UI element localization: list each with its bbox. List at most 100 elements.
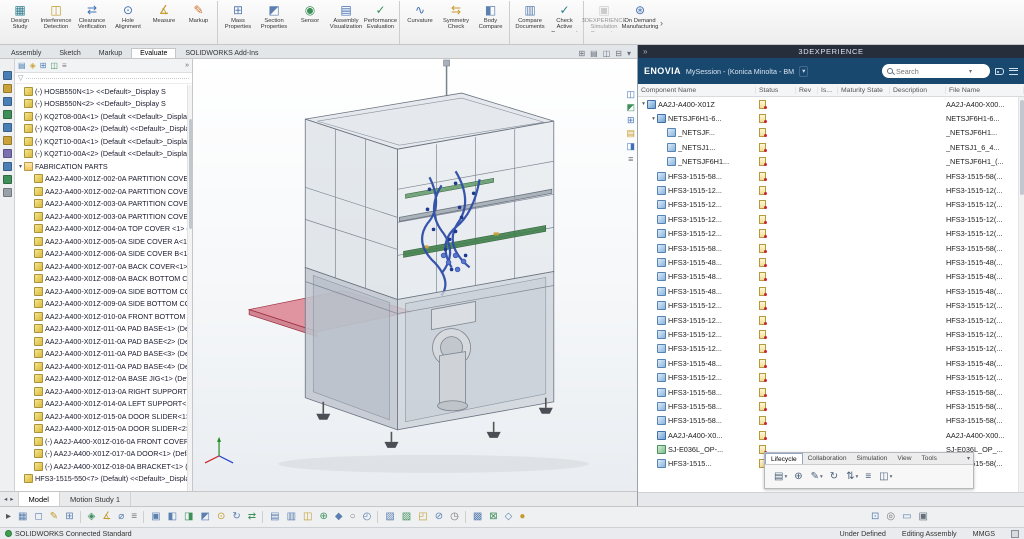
command-tab[interactable]: Sketch	[50, 48, 89, 58]
tree-item[interactable]: (-) KQ2T10-00A<1> (Default <<Default>_Di…	[15, 135, 192, 148]
viewport-side-icon[interactable]: ◫	[626, 89, 635, 99]
tree-item[interactable]: AA2J-A400-X01Z-014-0A LEFT SUPPORT<1> (	[15, 398, 192, 411]
ribbon-tool[interactable]: ✓ Check Active Document	[548, 1, 584, 44]
tree-item[interactable]: AA2J-A400-X01Z-015-0A DOOR SLIDER<2> (D	[15, 423, 192, 436]
tree-item[interactable]: AA2J-A400-X01Z-008-0A BACK BOTTOM COV	[15, 273, 192, 286]
collaboration-tool-button[interactable]: ⊕	[794, 471, 803, 482]
scroll-left-icon[interactable]: ◂	[4, 495, 7, 503]
table-row[interactable]: HFS3-1515-12... HFS3-1515-12(...	[638, 227, 1024, 241]
session-label[interactable]: MySession - (Konica Minolta - BM	[686, 67, 794, 76]
selection-filter-icon[interactable]: ◎	[886, 511, 895, 523]
tree-item[interactable]: AA2J-A400-X01Z-011-0A PAD BASE<2> (Defa	[15, 335, 192, 348]
column-is[interactable]: Is...	[818, 87, 838, 94]
headsup-tool-icon[interactable]: ⊟	[615, 49, 622, 58]
search-scope-caret-icon[interactable]: ▾	[969, 68, 972, 75]
search-box[interactable]: ▾	[882, 64, 990, 78]
graphics-viewport[interactable]: ◫ ◩ ⊞ ▤ ◨ ≡	[193, 59, 637, 491]
view-tool-icon[interactable]: ▦	[18, 511, 27, 523]
table-row[interactable]: HFS3-1515-12... HFS3-1515-12(...	[638, 327, 1024, 341]
ribbon-tool[interactable]: ⊞ Mass Properties	[220, 1, 256, 44]
tree-item[interactable]: AA2J-A400-X01Z-011-0A PAD BASE<3> (Defa	[15, 348, 192, 361]
collaboration-tab[interactable]: Lifecycle	[765, 453, 803, 464]
tree-item[interactable]: AA2J-A400-X01Z-009-0A SIDE BOTTOM COVE	[15, 298, 192, 311]
tree-item[interactable]: (-) KQ2T08-00A<2> (Default) <<Default>_D…	[15, 123, 192, 136]
tree-item[interactable]: AA2J-A400-X01Z-015-0A DOOR SLIDER<1> (D	[15, 410, 192, 423]
collaboration-tab[interactable]: View	[892, 453, 916, 464]
tree-item[interactable]: AA2J-A400-X01Z-003-0A PARTITION COVER B	[15, 210, 192, 223]
table-row[interactable]: HFS3-1515-12... HFS3-1515-12(...	[638, 212, 1024, 226]
feature-manager-tab-icon[interactable]: ◈	[30, 61, 36, 70]
ribbon-tool[interactable]: ▤ Assembly Visualization	[328, 1, 364, 44]
view-tool-icon[interactable]: ●	[519, 511, 525, 523]
collaboration-tool-button[interactable]: ✎ ▾	[811, 471, 823, 482]
tree-item[interactable]: AA2J-A400-X01Z-002-0A PARTITION COVER A	[15, 173, 192, 186]
ribbon-tool[interactable]: ⇄ Clearance Verification	[74, 1, 110, 44]
headsup-tool-icon[interactable]: ▤	[590, 49, 598, 58]
view-tool-icon[interactable]: ◻	[34, 511, 42, 523]
tree-item[interactable]: AA2J-A400-X01Z-011-0A PAD BASE<4> (Defa	[15, 360, 192, 373]
viewport-side-icon[interactable]: ▤	[626, 128, 635, 138]
headsup-tool-icon[interactable]: ⊞	[578, 49, 585, 58]
ribbon-tool[interactable]: ∡ Measure	[146, 1, 182, 44]
table-row[interactable]: HFS3-1515-12... HFS3-1515-12(...	[638, 342, 1024, 356]
table-row[interactable]: HFS3-1515-12... HFS3-1515-12(...	[638, 370, 1024, 384]
left-strip-icon[interactable]	[3, 110, 12, 119]
doc-tab-scroll-arrows[interactable]: ◂ ▸	[0, 492, 19, 506]
tree-item[interactable]: AA2J-A400-X01Z-013-0A RIGHT SUPPORT<1>	[15, 385, 192, 398]
table-row[interactable]: HFS3-1515-48... HFS3-1515-48(...	[638, 284, 1024, 298]
selection-filter-icon[interactable]: ▭	[902, 511, 911, 523]
selection-filter-icon[interactable]: ▣	[919, 511, 928, 523]
feature-manager-tab-icon[interactable]: ≡	[62, 61, 67, 70]
feature-manager-tab-icon[interactable]: ▤	[18, 61, 26, 70]
tree-item[interactable]: AA2J-A400-X01Z-010-0A FRONT BOTTOM CO	[15, 310, 192, 323]
command-tab[interactable]: Markup	[90, 48, 131, 58]
tree-expand-arrow[interactable]: ▾	[17, 163, 24, 170]
view-tool-icon[interactable]: ⊕	[319, 511, 327, 523]
view-tool-icon[interactable]: ⊠	[489, 511, 497, 523]
tabs-caret-icon[interactable]: ▾	[967, 455, 973, 462]
view-tool-icon[interactable]: ◰	[418, 511, 427, 523]
panel-scrollbar[interactable]	[1018, 97, 1024, 492]
ribbon-tool[interactable]: ◩ Section Properties	[256, 1, 292, 44]
collapse-chevron-icon[interactable]: »	[643, 47, 648, 56]
table-row[interactable]: _NETSJF6H1... _NETSJF6H1_(...	[638, 155, 1024, 169]
ribbon-tool[interactable]: ▦ Design Study	[2, 1, 38, 44]
view-tool-icon[interactable]: ⌀	[118, 511, 124, 523]
view-tool-icon[interactable]: ◆	[335, 511, 343, 523]
left-strip-icon[interactable]	[3, 123, 12, 132]
view-tool-icon[interactable]: ○	[350, 511, 356, 523]
panel-scrollbar-thumb[interactable]	[1020, 100, 1024, 195]
ribbon-tool[interactable]: ✎ Markup	[182, 1, 218, 44]
table-row[interactable]: HFS3-1515-58... HFS3-1515-58(...	[638, 385, 1024, 399]
tree-item[interactable]: (-) AA2J-A400-X01Z-016-0A FRONT COVER<1	[15, 435, 192, 448]
view-tool-icon[interactable]: ✎	[50, 511, 58, 523]
ribbon-tool[interactable]: ◫ Interference Detection	[38, 1, 74, 44]
column-rev[interactable]: Rev	[796, 87, 818, 94]
view-tool-icon[interactable]: ↻	[232, 511, 240, 523]
ribbon-tool[interactable]: ✓ Performance Evaluation	[364, 1, 400, 44]
feature-manager-tab-icon[interactable]: ⊞	[40, 61, 47, 70]
selection-filter-icon[interactable]: ⊡	[871, 511, 879, 523]
view-tool-icon[interactable]: ▣	[151, 511, 160, 523]
ribbon-tool[interactable]: ⊙ Hole Alignment	[110, 1, 146, 44]
tree-item[interactable]: (-) KQ2T08-00A<1> (Default <<Default>_Di…	[15, 110, 192, 123]
ribbon-tool[interactable]: ▣ 3DEXPERIENCE Simulation Connector	[586, 1, 622, 44]
table-row[interactable]: ▾ AA2J-A400-X01Z AA2J-A400-X00...	[638, 97, 1024, 111]
view-tool-icon[interactable]: ◨	[184, 511, 193, 523]
document-tab[interactable]: Model	[19, 492, 60, 506]
tree-item[interactable]: AA2J-A400-X01Z-005-0A SIDE COVER A<1> (	[15, 235, 192, 248]
table-row[interactable]: HFS3-1515-12... HFS3-1515-12(...	[638, 183, 1024, 197]
table-row[interactable]: _NETSJ1... _NETSJ1_6_4...	[638, 140, 1024, 154]
tree-item[interactable]: HFS3-1515-550<7> (Default) <<Default>_Di…	[15, 473, 192, 486]
left-strip-icon[interactable]	[3, 162, 12, 171]
units-status[interactable]: MMGS	[973, 529, 995, 538]
tree-item[interactable]: (-) HOSB550N<2> <<Default>_Display S	[15, 98, 192, 111]
tree-item[interactable]: ▾ FABRICATION PARTS	[15, 160, 192, 173]
tree-item[interactable]: AA2J-A400-X01Z-011-0A PAD BASE<1> (Defa	[15, 323, 192, 336]
viewport-side-icon[interactable]: ◩	[626, 102, 635, 112]
left-strip-icon[interactable]	[3, 84, 12, 93]
collaboration-tool-button[interactable]: ◫ ▾	[879, 471, 892, 482]
tree-item[interactable]: (-) HOSB550N<1> <<Default>_Display S	[15, 85, 192, 98]
table-row[interactable]: HFS3-1515-58... HFS3-1515-58(...	[638, 399, 1024, 413]
column-status[interactable]: Status	[756, 87, 796, 94]
